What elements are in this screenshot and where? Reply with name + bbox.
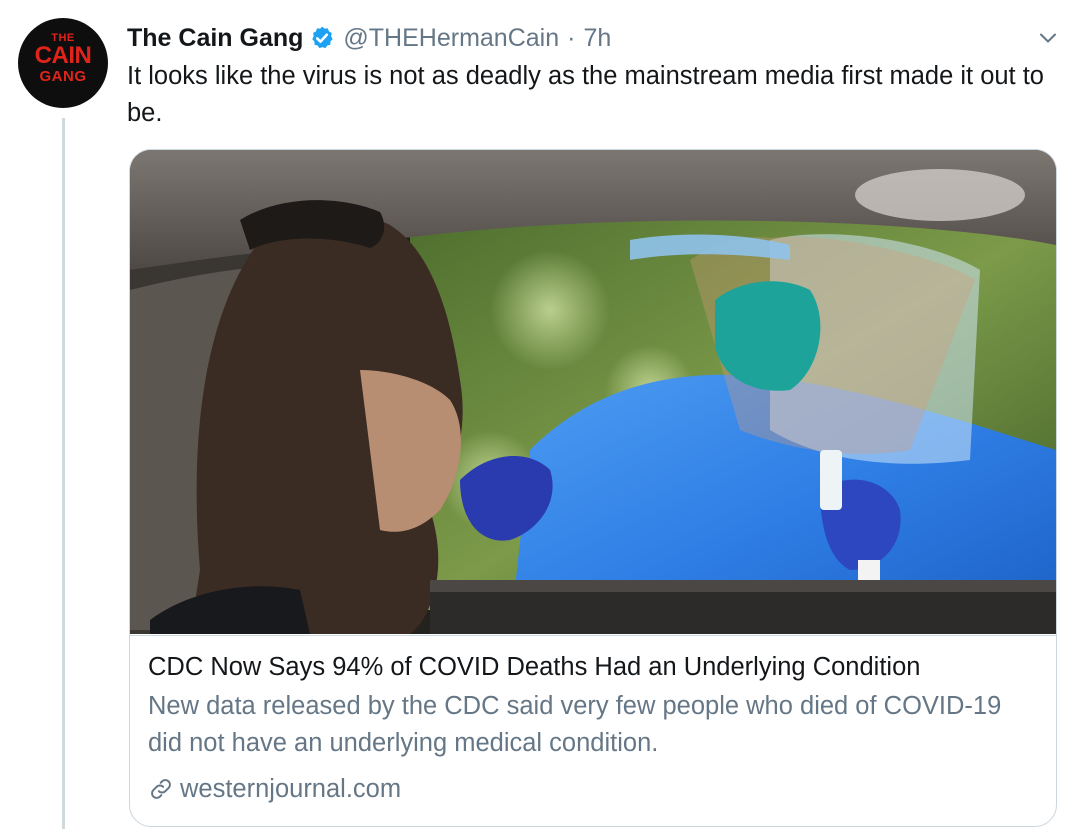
card-body: CDC Now Says 94% of COVID Deaths Had an … xyxy=(130,635,1056,826)
user-handle[interactable]: @THEHermanCain xyxy=(343,24,559,53)
card-domain-text: westernjournal.com xyxy=(180,774,402,803)
display-name[interactable]: The Cain Gang xyxy=(127,24,303,53)
link-icon xyxy=(148,776,174,802)
tweet-header: The Cain Gang @THEHermanCain · 7h xyxy=(127,20,611,56)
separator-dot: · xyxy=(567,23,576,52)
avatar[interactable]: THE CAIN GANG xyxy=(18,18,108,108)
card-description: New data released by the CDC said very f… xyxy=(148,692,1002,757)
avatar-logo-text-3: GANG xyxy=(39,68,87,85)
card-image[interactable] xyxy=(130,150,1056,634)
card-domain[interactable]: westernjournal.com xyxy=(148,772,401,806)
chevron-down-icon[interactable] xyxy=(1034,24,1062,52)
verified-badge-icon xyxy=(309,25,335,51)
timestamp[interactable]: 7h xyxy=(583,24,611,53)
avatar-logo-text-2: CAIN xyxy=(34,42,92,69)
thread-line xyxy=(62,118,65,829)
tweet-text: It looks like the virus is not as deadly… xyxy=(127,62,1044,127)
link-card[interactable]: CDC Now Says 94% of COVID Deaths Had an … xyxy=(129,149,1057,827)
card-title[interactable]: CDC Now Says 94% of COVID Deaths Had an … xyxy=(148,650,1038,684)
